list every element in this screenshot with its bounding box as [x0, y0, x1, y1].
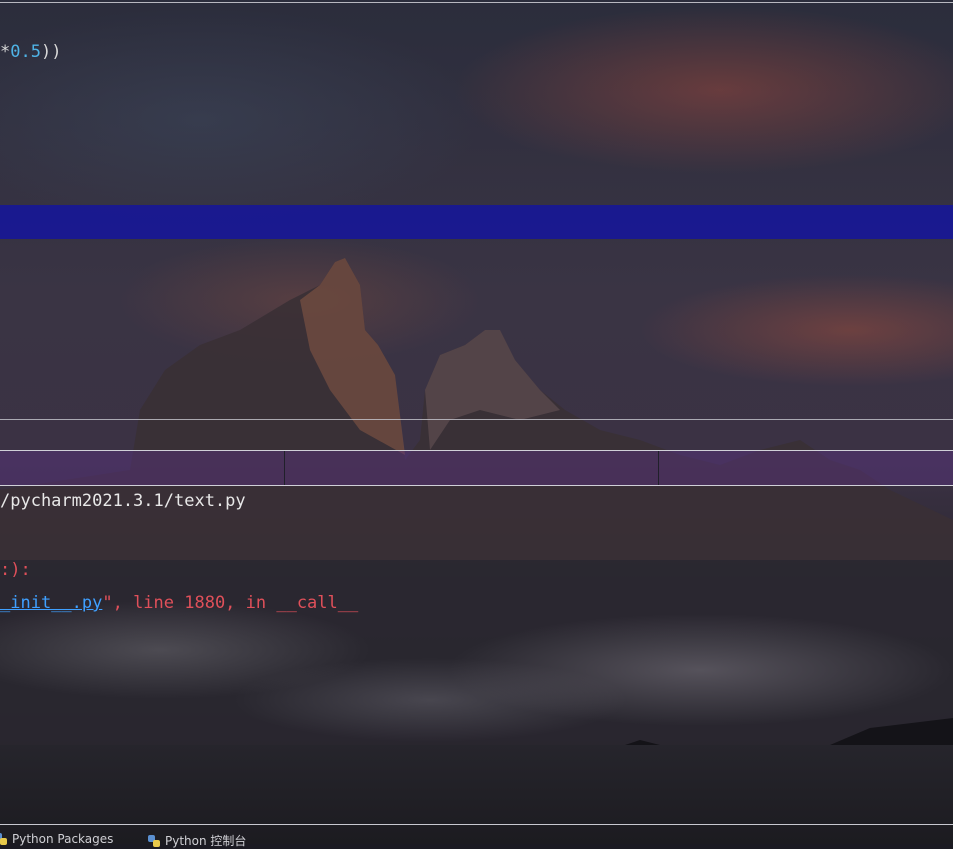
traceback-frame-line: _init__.py", line 1880, in __call__ [0, 593, 358, 613]
top-divider [0, 2, 953, 3]
editor-code-line[interactable]: *0.5)) [0, 42, 61, 62]
code-number-literal: 0.5 [10, 42, 41, 62]
code-operator: * [0, 42, 11, 62]
python-logo-icon [148, 834, 160, 847]
console-run-command: /pycharm2021.3.1/text.py [0, 491, 246, 511]
packages-icon [0, 833, 7, 845]
traceback-header: :): [0, 560, 31, 580]
python-console-label: Python 控制台 [165, 834, 247, 848]
run-tool-window-tabstrip[interactable] [0, 450, 953, 486]
code-closing-parens: )) [40, 42, 62, 62]
wallpaper-fog [0, 560, 953, 750]
traceback-frame-detail: ", line 1880, in __call__ [102, 593, 359, 613]
traceback-file-link[interactable]: _init__.py [0, 593, 102, 613]
tab-separator [658, 451, 659, 485]
panel-divider [0, 419, 953, 420]
python-console-button[interactable]: Python 控制台 [148, 832, 246, 849]
tab-separator [284, 451, 285, 485]
tool-window-bar: Python Packages Python 控制台 [0, 825, 953, 848]
desktop-wallpaper [0, 0, 953, 844]
editor-current-line-highlight [0, 205, 953, 239]
